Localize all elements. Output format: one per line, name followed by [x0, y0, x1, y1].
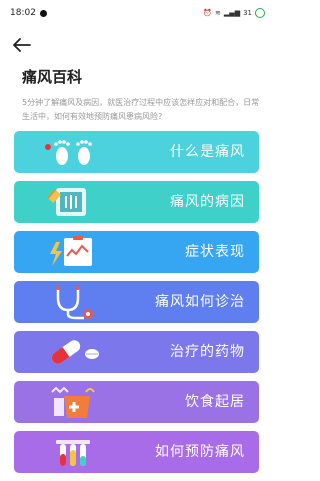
wifi-icon: ≋: [215, 9, 221, 17]
menu-card-label: 治疗的药物: [170, 344, 245, 360]
status-bar: 18:02 ⏰ ≋ ▂▄▆ 31: [0, 0, 273, 26]
battery-level: 31: [243, 9, 252, 17]
menu-card-causes[interactable]: 痛风的病因: [14, 181, 259, 223]
food-icon: [51, 386, 95, 418]
intro-text: 5分钟了解痛风及病因，就医治疗过程中应该怎样应对和配合，日常生活中，如何有效地预…: [22, 98, 260, 121]
menu-card-label: 痛风如何诊治: [155, 294, 245, 310]
alarm-icon: ⏰: [203, 9, 213, 17]
menu-card-medication[interactable]: 治疗的药物: [14, 331, 259, 373]
menu-card-label: 痛风的病因: [170, 194, 245, 210]
menu-card-what-is-gout[interactable]: 什么是痛风: [14, 131, 259, 173]
test-tubes-icon: [56, 440, 90, 466]
back-arrow-icon: [13, 38, 31, 52]
x-ray-icon: [47, 188, 86, 216]
pill-icon: [51, 340, 99, 364]
menu-card-diet-lifestyle[interactable]: 饮食起居: [14, 381, 259, 423]
status-icons: ⏰ ≋ ▂▄▆ 31: [203, 8, 265, 18]
menu-card-label: 什么是痛风: [170, 144, 245, 160]
menu-card-diagnosis[interactable]: 痛风如何诊治: [14, 281, 259, 323]
back-button[interactable]: [10, 34, 34, 56]
notification-dot-icon: [39, 9, 47, 17]
stethoscope-icon: [56, 286, 93, 320]
menu-card-label: 如何预防痛风: [155, 444, 245, 460]
topic-menu: 什么是痛风 痛风的病因 症状表现 痛风如何诊治 治疗的药物 饮食起居 如何预防痛…: [14, 131, 259, 481]
menu-card-label: 症状表现: [185, 244, 245, 260]
footprints-icon: [45, 140, 92, 165]
chart-clipboard-icon: [50, 236, 92, 266]
menu-card-label: 饮食起居: [185, 394, 245, 410]
battery-icon: [255, 8, 265, 18]
page-title: 痛风百科: [22, 68, 83, 86]
menu-card-symptoms[interactable]: 症状表现: [14, 231, 259, 273]
status-time: 18:02: [10, 8, 36, 18]
menu-card-prevention[interactable]: 如何预防痛风: [14, 431, 259, 473]
signal-icon: ▂▄▆: [223, 9, 241, 17]
